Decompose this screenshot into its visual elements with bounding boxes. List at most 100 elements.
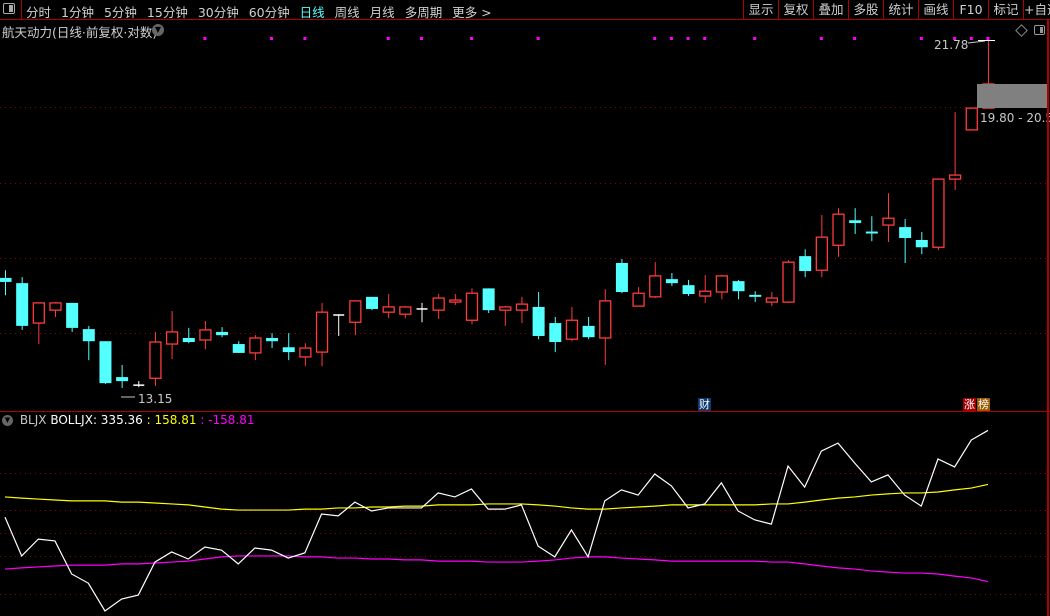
event-marker <box>853 37 857 40</box>
candle-body <box>266 337 279 342</box>
high-arrow <box>967 40 986 44</box>
indicator-lower-value: : -158.81 <box>200 413 255 427</box>
candle-body <box>199 329 212 341</box>
candle <box>565 306 579 342</box>
candle <box>932 178 945 251</box>
candle <box>965 107 978 131</box>
candle-body <box>16 283 29 326</box>
candle-body <box>865 231 878 234</box>
candle-body <box>82 329 95 342</box>
indicator-upper-value: : 158.81 <box>146 413 197 427</box>
candle-body <box>815 236 828 271</box>
candle <box>99 341 112 384</box>
candle-body <box>682 285 695 295</box>
candle-body <box>899 227 912 238</box>
candle <box>165 310 179 359</box>
high-price-label: 21.78 <box>934 38 969 52</box>
candle-body <box>665 279 678 284</box>
candle <box>333 314 345 336</box>
candle-body <box>299 347 312 358</box>
event-marker <box>469 37 473 40</box>
event-marker <box>819 37 823 40</box>
candle <box>599 289 612 365</box>
candle-body <box>249 337 262 354</box>
candle-body <box>632 292 645 307</box>
candle <box>582 317 595 340</box>
candle-body <box>582 325 595 338</box>
candle <box>865 216 878 242</box>
event-marker <box>986 37 990 40</box>
candle-body <box>282 347 295 353</box>
candle-body <box>432 297 445 311</box>
candle-body <box>482 288 495 311</box>
candle-body <box>515 303 529 311</box>
candle-body <box>932 178 945 248</box>
event-marker <box>386 37 390 40</box>
candle <box>882 193 895 243</box>
candle <box>133 381 145 388</box>
candle <box>66 302 79 332</box>
candle <box>266 333 279 349</box>
candle <box>349 300 362 336</box>
event-marker <box>536 37 540 40</box>
limit-tag-2[interactable]: 榜 <box>977 398 990 411</box>
indicator-legend: ▼ BLJX BOLLJX: 335.36 : 158.81 : -158.81 <box>2 413 255 427</box>
candle <box>749 291 762 303</box>
candle <box>149 331 162 386</box>
candle <box>515 296 529 324</box>
candle <box>549 317 562 353</box>
title-dropdown-icon[interactable]: ▼ <box>152 24 164 36</box>
candle <box>399 306 412 319</box>
candle-body <box>799 256 812 272</box>
candle-body <box>99 341 112 384</box>
candle-body <box>915 240 928 248</box>
candle-body <box>315 311 329 353</box>
candle-body <box>599 300 612 339</box>
cursor-price-box <box>977 84 1047 108</box>
candle-body <box>32 302 45 324</box>
candle <box>482 288 495 313</box>
candle-body <box>965 107 978 131</box>
event-marker <box>686 37 690 40</box>
low-price-label: 13.15 <box>138 392 173 406</box>
candle-body <box>749 294 762 297</box>
candlestick-chart[interactable] <box>0 0 1050 616</box>
panel-toggle-icon[interactable] <box>1034 25 1045 35</box>
candle-body <box>232 344 245 353</box>
candle-body <box>165 331 179 345</box>
event-markers <box>203 37 990 40</box>
indicator-name: BLJX <box>19 413 47 427</box>
candles <box>0 40 995 388</box>
candle-body <box>382 306 395 313</box>
indicator-dropdown-icon[interactable]: ▼ <box>2 415 13 426</box>
candle <box>782 260 795 303</box>
candle <box>532 292 545 340</box>
candle-body <box>532 306 545 336</box>
candle <box>366 296 379 311</box>
event-marker <box>919 37 923 40</box>
candle-body <box>149 341 162 379</box>
candle-body <box>649 275 662 298</box>
candle <box>499 306 512 326</box>
candle <box>682 279 695 297</box>
candle <box>199 321 212 350</box>
event-marker <box>203 37 207 40</box>
finance-tag[interactable]: 财 <box>698 398 711 411</box>
candle <box>32 302 45 345</box>
candle <box>915 231 928 255</box>
candle <box>282 333 295 361</box>
candle <box>16 277 29 330</box>
candle-body <box>565 319 579 340</box>
bolljx-line <box>4 429 989 612</box>
candle <box>249 335 262 361</box>
candle <box>732 279 745 300</box>
limit-tag-1[interactable]: 涨 <box>963 398 976 411</box>
candle <box>948 112 962 190</box>
event-marker <box>703 37 707 40</box>
candle-body <box>699 290 712 297</box>
candle <box>665 273 678 286</box>
candle <box>715 275 729 300</box>
candle <box>815 215 828 278</box>
candle-body <box>49 302 62 311</box>
candle <box>849 208 862 234</box>
